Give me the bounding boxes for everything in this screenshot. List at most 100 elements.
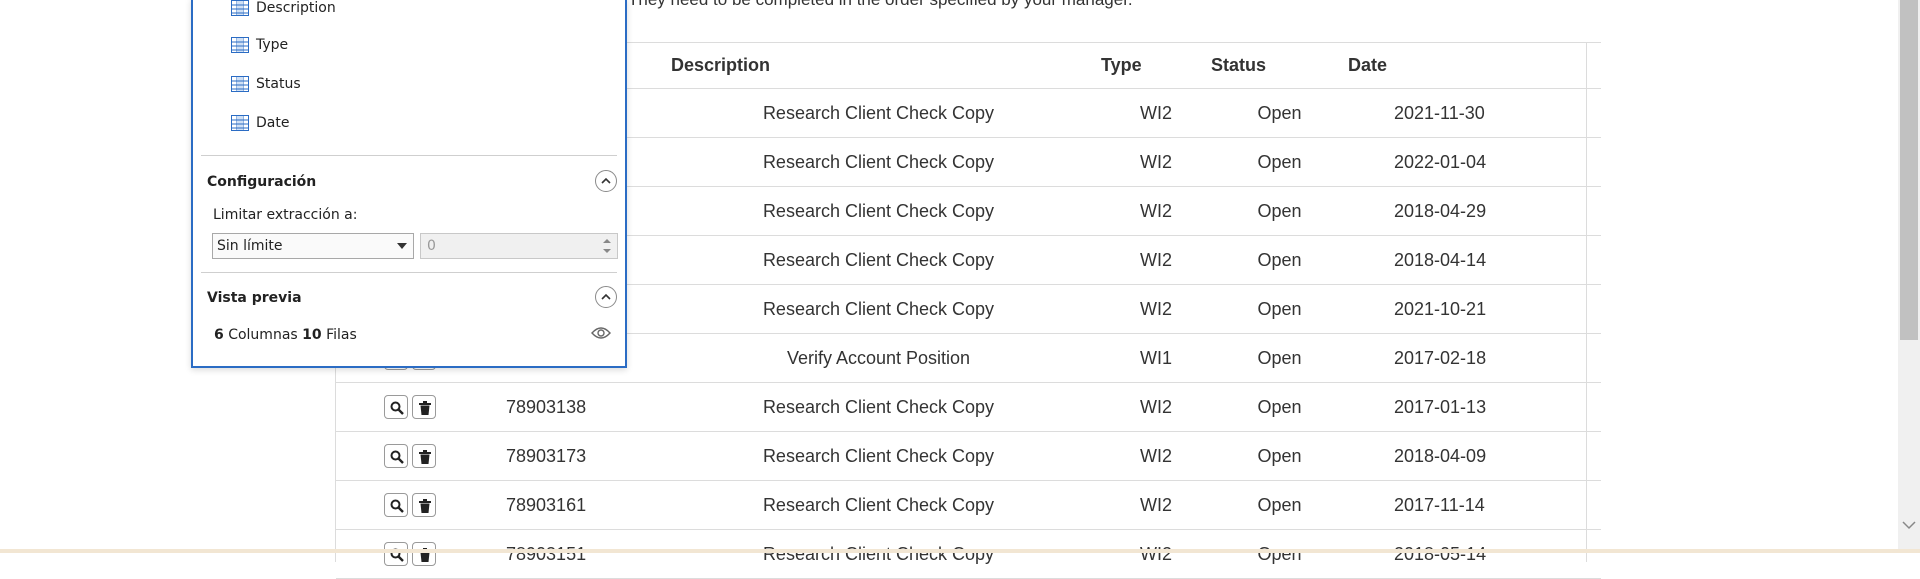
view-button[interactable] — [384, 444, 408, 468]
preview-columns-label: Columnas — [228, 327, 298, 343]
config-section-title: Configuración — [207, 174, 317, 190]
row-date: 2017-11-14 — [1348, 480, 1601, 530]
row-id: 78903151 — [506, 529, 656, 579]
row-description: Verify Account Position — [656, 333, 1101, 383]
column-icon — [231, 115, 249, 131]
trash-icon — [419, 499, 431, 513]
delete-button[interactable] — [412, 395, 436, 419]
preview-section-title: Vista previa — [207, 290, 302, 306]
row-status: Open — [1211, 431, 1348, 481]
row-description: Research Client Check Copy — [656, 186, 1101, 236]
row-description: Research Client Check Copy — [656, 480, 1101, 530]
row-status: Open — [1211, 529, 1348, 579]
row-date: 2022-01-04 — [1348, 137, 1601, 187]
eye-icon[interactable] — [591, 326, 611, 340]
row-date: 2017-01-13 — [1348, 382, 1601, 432]
row-id: 78903138 — [506, 382, 656, 432]
limit-select-value: Sin límite — [217, 238, 283, 254]
chevron-down-icon[interactable] — [1902, 520, 1916, 530]
bottom-edge — [0, 549, 1920, 553]
preview-collapse-button[interactable] — [595, 286, 617, 308]
preview-summary: 6 Columnas 10 Filas — [214, 327, 357, 343]
trash-icon — [419, 450, 431, 464]
column-item-description[interactable]: Description — [231, 0, 336, 19]
row-date: 2018-05-14 — [1348, 529, 1601, 579]
row-status: Open — [1211, 235, 1348, 285]
preview-rows-count: 10 — [302, 327, 322, 343]
header-date[interactable]: Date — [1348, 42, 1601, 89]
table-row: 78903138 Research Client Check Copy WI2 Ope… — [336, 382, 1601, 432]
row-actions — [336, 480, 506, 530]
row-type: WI2 — [1101, 529, 1211, 579]
delete-button[interactable] — [412, 493, 436, 517]
search-icon — [390, 499, 404, 513]
column-label: Date — [256, 115, 290, 131]
column-icon — [231, 37, 249, 53]
column-item-type[interactable]: Type — [231, 34, 288, 56]
limit-select[interactable]: Sin límite — [212, 233, 414, 259]
row-type: WI2 — [1101, 284, 1211, 334]
row-description: Research Client Check Copy — [656, 137, 1101, 187]
column-icon — [231, 76, 249, 92]
row-type: WI2 — [1101, 431, 1211, 481]
preview-rows-label: Filas — [326, 327, 357, 343]
row-actions — [336, 529, 506, 579]
row-description: Research Client Check Copy — [656, 382, 1101, 432]
view-button[interactable] — [384, 493, 408, 517]
delete-button[interactable] — [412, 444, 436, 468]
spin-up-icon[interactable] — [603, 239, 611, 243]
limit-label: Limitar extracción a: — [213, 207, 358, 223]
row-type: WI2 — [1101, 186, 1211, 236]
row-status: Open — [1211, 284, 1348, 334]
row-status: Open — [1211, 186, 1348, 236]
limit-number-value: 0 — [427, 238, 436, 254]
row-actions — [336, 382, 506, 432]
row-date: 2021-11-30 — [1348, 88, 1601, 138]
row-id: 78903161 — [506, 480, 656, 530]
row-type: WI2 — [1101, 235, 1211, 285]
chevron-up-icon — [601, 293, 611, 300]
column-icon — [231, 0, 249, 16]
row-type: WI2 — [1101, 480, 1211, 530]
row-description: Research Client Check Copy — [656, 235, 1101, 285]
row-type: WI2 — [1101, 382, 1211, 432]
table-row: 78903161 Research Client Check Copy WI2 Ope… — [336, 480, 1601, 530]
row-type: WI1 — [1101, 333, 1211, 383]
spin-down-icon[interactable] — [603, 249, 611, 253]
trash-icon — [419, 401, 431, 415]
row-status: Open — [1211, 88, 1348, 138]
search-icon — [390, 401, 404, 415]
chevron-up-icon — [601, 177, 611, 184]
config-collapse-button[interactable] — [595, 170, 617, 192]
caret-down-icon — [397, 243, 407, 249]
row-description: Research Client Check Copy — [656, 88, 1101, 138]
row-id: 78903173 — [506, 431, 656, 481]
search-icon — [390, 450, 404, 464]
column-item-status[interactable]: Status — [231, 73, 301, 95]
header-status[interactable]: Status — [1211, 42, 1348, 89]
row-date: 2017-02-18 — [1348, 333, 1601, 383]
row-status: Open — [1211, 137, 1348, 187]
extraction-panel: Description Type Status Date Configuraci… — [191, 0, 627, 368]
row-type: WI2 — [1101, 137, 1211, 187]
delete-button[interactable] — [412, 542, 436, 566]
column-item-date[interactable]: Date — [231, 112, 289, 134]
header-description[interactable]: Description — [656, 42, 1101, 89]
view-button[interactable] — [384, 395, 408, 419]
row-description: Research Client Check Copy — [656, 431, 1101, 481]
table-row: 78903151 Research Client Check Copy WI2 Ope… — [336, 529, 1601, 579]
scrollbar-thumb[interactable] — [1900, 0, 1918, 340]
column-label: Description — [256, 0, 336, 16]
row-type: WI2 — [1101, 88, 1211, 138]
limit-number-input[interactable]: 0 — [420, 233, 618, 259]
row-date: 2018-04-14 — [1348, 235, 1601, 285]
row-status: Open — [1211, 333, 1348, 383]
view-button[interactable] — [384, 542, 408, 566]
row-description: Research Client Check Copy — [656, 284, 1101, 334]
row-status: Open — [1211, 480, 1348, 530]
header-type[interactable]: Type — [1101, 42, 1211, 89]
column-label: Type — [256, 37, 289, 53]
row-description: Research Client Check Copy — [656, 529, 1101, 579]
preview-columns-count: 6 — [214, 327, 224, 343]
divider — [201, 155, 617, 156]
